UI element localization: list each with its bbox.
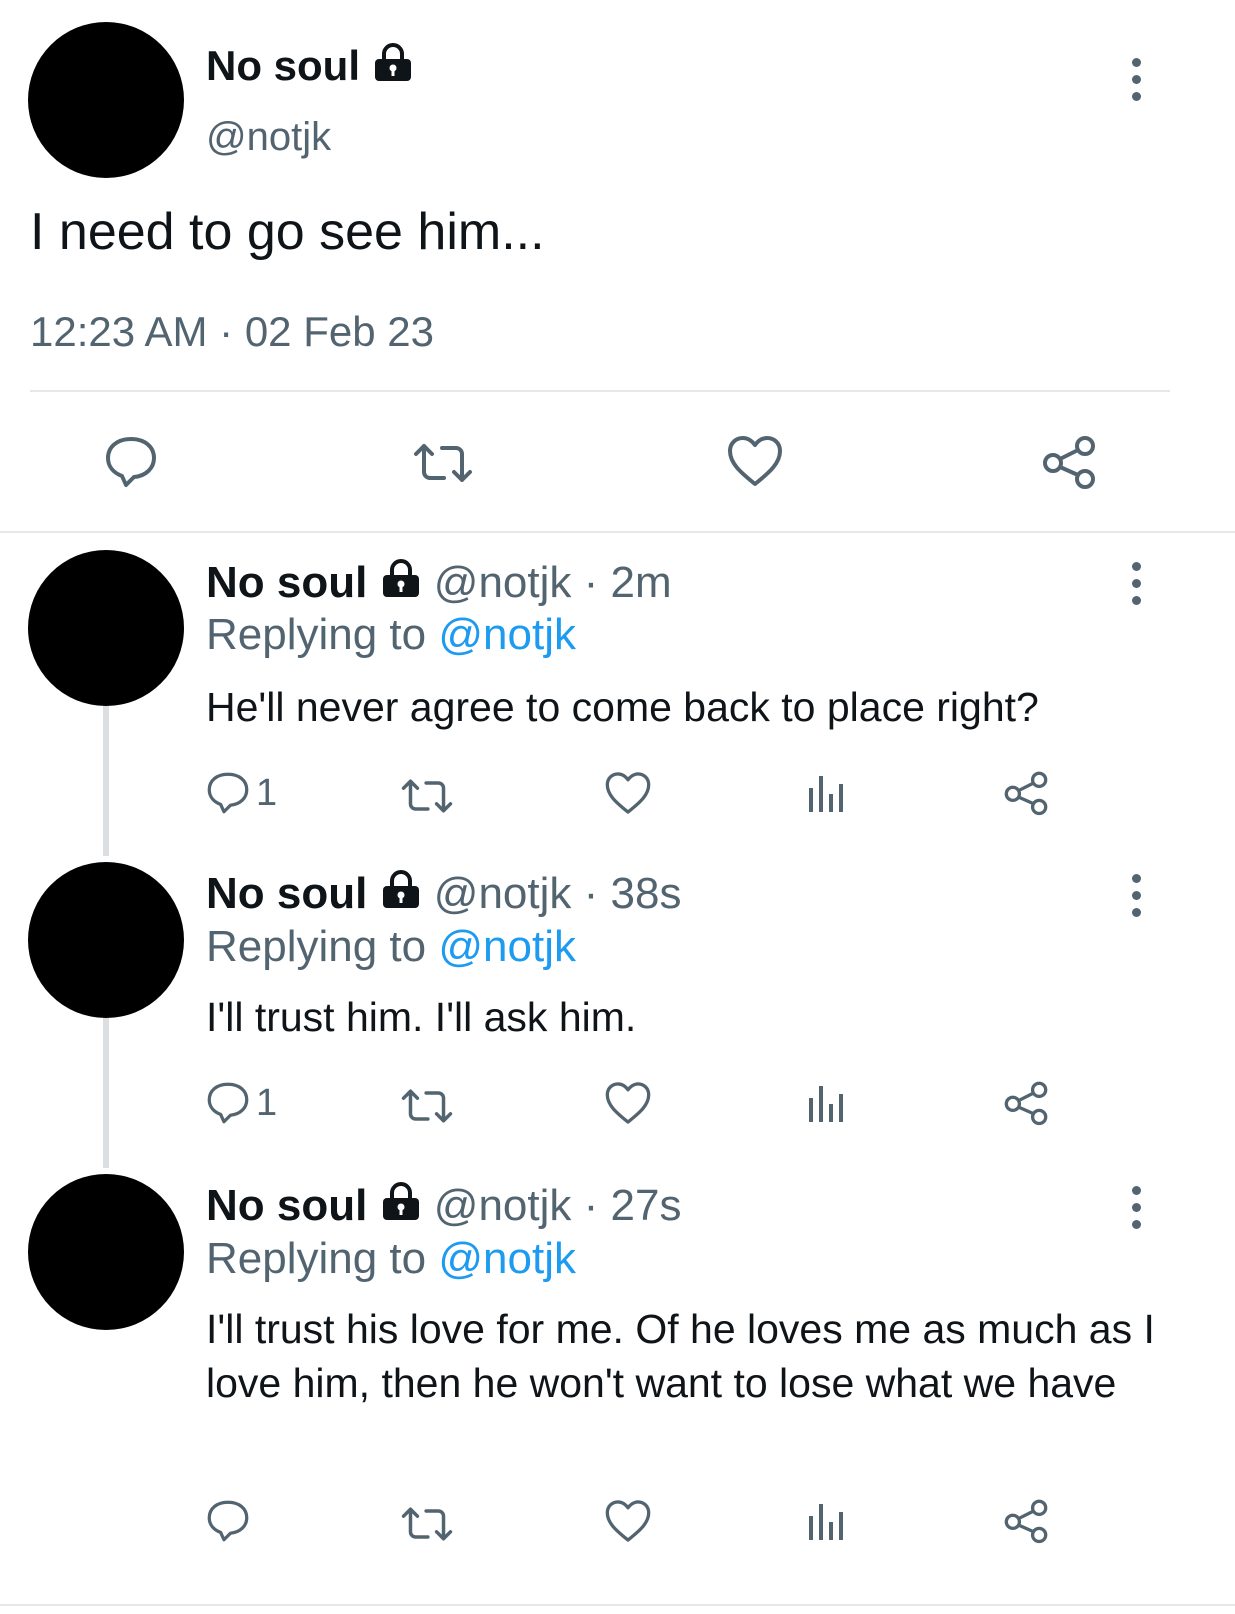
tweet-time: 12:23 AM xyxy=(30,308,208,355)
reply-button[interactable]: 1 xyxy=(206,1080,277,1126)
lock-icon xyxy=(380,558,422,612)
like-button[interactable] xyxy=(726,434,784,488)
reply-text: I'll trust him. I'll ask him. xyxy=(206,994,637,1040)
share-icon xyxy=(1004,771,1048,816)
avatar[interactable] xyxy=(28,550,184,706)
more-vertical-icon xyxy=(1131,58,1141,67)
separator: · xyxy=(571,1181,611,1230)
heart-icon xyxy=(605,772,651,814)
reply-age[interactable]: 27s xyxy=(611,1181,682,1230)
retweet-icon xyxy=(414,444,472,482)
reply-header: No soul @notjk · 27s xyxy=(206,1179,681,1235)
display-name[interactable]: No soul xyxy=(206,558,367,607)
views-bar-icon xyxy=(809,1504,843,1540)
reply-text: I'll trust his love for me. Of he loves … xyxy=(206,1306,1155,1406)
share-button[interactable] xyxy=(1002,770,1050,816)
more-options-button[interactable] xyxy=(1130,562,1142,605)
more-vertical-icon xyxy=(1131,874,1141,883)
section-divider xyxy=(0,531,1235,533)
thread-line xyxy=(103,1016,109,1168)
share-icon xyxy=(1043,436,1095,489)
replying-to: Replying to @notjk xyxy=(206,608,576,662)
replying-to: Replying to @notjk xyxy=(206,1232,576,1286)
avatar[interactable] xyxy=(28,1174,184,1330)
reply-age[interactable]: 2m xyxy=(611,558,672,607)
like-button[interactable] xyxy=(604,1498,652,1544)
replying-to-label: Replying to xyxy=(206,610,427,659)
tweet-text: I need to go see him... xyxy=(30,203,545,261)
like-button[interactable] xyxy=(604,770,652,816)
tweet-date: 02 Feb 23 xyxy=(244,308,434,355)
share-button[interactable] xyxy=(1040,434,1098,490)
bottom-divider xyxy=(0,1604,1235,1606)
avatar[interactable] xyxy=(28,862,184,1018)
reply-button[interactable] xyxy=(206,1498,256,1544)
reply-age[interactable]: 38s xyxy=(611,869,682,918)
display-name[interactable]: No soul xyxy=(206,1181,367,1230)
divider xyxy=(30,390,1170,392)
lock-icon xyxy=(380,1181,422,1235)
share-icon xyxy=(1004,1499,1048,1544)
heart-icon xyxy=(605,1082,651,1124)
retweet-button[interactable] xyxy=(412,440,474,486)
thread-line xyxy=(103,704,109,856)
reply-button[interactable]: 1 xyxy=(206,770,277,816)
handle[interactable]: @notjk xyxy=(434,869,572,918)
tweet-timestamp: 12:23 AM · 02 Feb 23 xyxy=(30,306,434,358)
replying-to-label: Replying to xyxy=(206,1234,427,1283)
views-button[interactable] xyxy=(806,1082,846,1124)
more-options-button[interactable] xyxy=(1130,1186,1142,1229)
retweet-button[interactable] xyxy=(400,1086,454,1126)
like-button[interactable] xyxy=(604,1080,652,1126)
replying-to: Replying to @notjk xyxy=(206,920,576,974)
retweet-button[interactable] xyxy=(400,776,454,816)
reply-header: No soul @notjk · 38s xyxy=(206,867,681,923)
more-vertical-icon xyxy=(1131,1186,1141,1195)
handle[interactable]: @notjk xyxy=(206,112,331,162)
views-bar-icon xyxy=(809,1086,843,1122)
retweet-button[interactable] xyxy=(400,1504,454,1544)
separator: · xyxy=(571,869,611,918)
separator: · xyxy=(571,558,611,607)
retweet-icon xyxy=(401,1089,453,1123)
heart-icon xyxy=(728,436,782,486)
reply-header: No soul @notjk · 2m xyxy=(206,556,672,612)
reply-count: 1 xyxy=(256,771,278,814)
retweet-icon xyxy=(401,1507,453,1541)
views-button[interactable] xyxy=(806,772,846,814)
share-icon xyxy=(1004,1081,1048,1126)
lock-icon xyxy=(380,869,422,923)
retweet-icon xyxy=(401,779,453,813)
reply-count: 1 xyxy=(256,1081,278,1124)
replying-to-handle[interactable]: @notjk xyxy=(438,922,576,971)
share-button[interactable] xyxy=(1002,1080,1050,1126)
more-options-button[interactable] xyxy=(1130,58,1142,101)
display-name[interactable]: No soul xyxy=(206,869,367,918)
replying-to-label: Replying to xyxy=(206,922,427,971)
reply-bubble-icon xyxy=(207,1082,249,1124)
replying-to-handle[interactable]: @notjk xyxy=(438,610,576,659)
views-button[interactable] xyxy=(806,1500,846,1542)
views-bar-icon xyxy=(809,776,843,812)
reply-bubble-icon xyxy=(207,772,249,814)
display-name[interactable]: No soul xyxy=(206,42,360,89)
share-button[interactable] xyxy=(1002,1498,1050,1544)
lock-icon xyxy=(372,42,414,95)
more-vertical-icon xyxy=(1131,562,1141,571)
reply-button[interactable] xyxy=(104,434,158,490)
reply-text: He'll never agree to come back to place … xyxy=(206,684,1039,730)
handle[interactable]: @notjk xyxy=(434,558,572,607)
avatar[interactable] xyxy=(28,22,184,178)
handle[interactable]: @notjk xyxy=(434,1181,572,1230)
reply-bubble-icon xyxy=(106,437,156,487)
reply-bubble-icon xyxy=(207,1500,249,1542)
heart-icon xyxy=(605,1500,651,1542)
separator: · xyxy=(219,308,234,355)
replying-to-handle[interactable]: @notjk xyxy=(438,1234,576,1283)
more-options-button[interactable] xyxy=(1130,874,1142,917)
